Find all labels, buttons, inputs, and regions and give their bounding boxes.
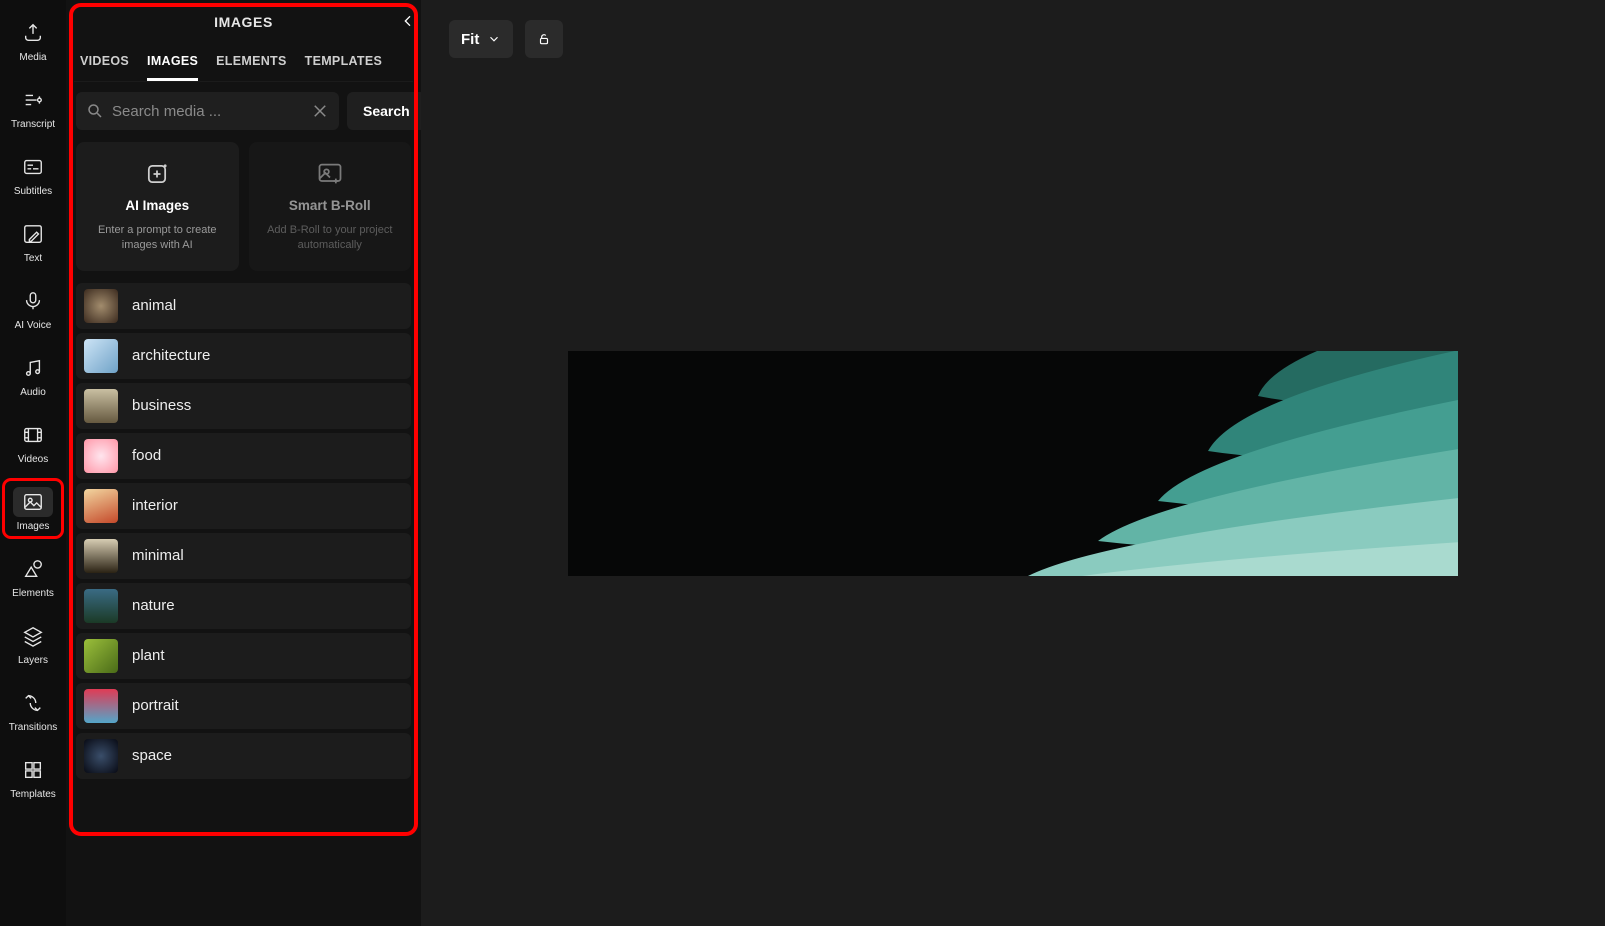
rail-item-layers[interactable]: Layers (3, 613, 63, 672)
grid-icon (22, 759, 44, 781)
rail-label: Transcript (11, 119, 55, 130)
main-canvas-area: Fit (421, 0, 1605, 926)
rail-label: Layers (18, 655, 48, 666)
thumb-icon (84, 739, 118, 773)
category-label: architecture (132, 347, 210, 364)
rail-label: Templates (10, 789, 56, 800)
ai-images-card[interactable]: AI Images Enter a prompt to create image… (76, 142, 239, 271)
tab-images[interactable]: IMAGES (147, 48, 198, 81)
layers-icon (22, 625, 44, 647)
rail-label: Subtitles (14, 186, 52, 197)
voice-icon (22, 290, 44, 312)
search-box[interactable] (76, 92, 339, 130)
fit-dropdown[interactable]: Fit (449, 20, 513, 58)
tab-templates[interactable]: TEMPLATES (305, 48, 382, 81)
card-sub: Add B-Roll to your project automatically (259, 223, 402, 253)
category-label: space (132, 747, 172, 764)
collapse-panel-button[interactable] (397, 10, 419, 32)
ai-generate-icon (143, 160, 171, 188)
thumb-icon (84, 589, 118, 623)
rail-item-templates[interactable]: Templates (3, 747, 63, 806)
thumb-icon (84, 639, 118, 673)
category-label: food (132, 447, 161, 464)
category-label: plant (132, 647, 165, 664)
rail-item-media[interactable]: Media (3, 10, 63, 69)
transcript-icon (22, 89, 44, 111)
tab-videos[interactable]: VIDEOS (80, 48, 129, 81)
category-nature[interactable]: nature (76, 583, 411, 629)
category-space[interactable]: space (76, 733, 411, 779)
chevron-down-icon (487, 32, 501, 46)
category-list: animal architecture business food interi… (76, 283, 411, 779)
thumb-icon (84, 539, 118, 573)
search-button[interactable]: Search (347, 92, 426, 130)
image-add-icon (316, 160, 344, 188)
decorative-leaves (878, 351, 1458, 576)
clear-icon[interactable] (311, 102, 329, 120)
rail-label: Videos (18, 454, 48, 465)
tab-elements[interactable]: ELEMENTS (216, 48, 286, 81)
category-animal[interactable]: animal (76, 283, 411, 329)
unlock-icon (537, 32, 551, 46)
upload-icon (22, 22, 44, 44)
rail-label: AI Voice (15, 320, 52, 331)
search-input[interactable] (112, 103, 311, 120)
category-label: business (132, 397, 191, 414)
rail-label: Elements (12, 588, 54, 599)
category-label: nature (132, 597, 175, 614)
search-icon (86, 102, 104, 120)
rail-item-transcript[interactable]: Transcript (3, 77, 63, 136)
category-architecture[interactable]: architecture (76, 333, 411, 379)
transitions-icon (22, 692, 44, 714)
category-label: portrait (132, 697, 179, 714)
card-sub: Enter a prompt to create images with AI (86, 223, 229, 253)
fit-label: Fit (461, 31, 479, 48)
rail-label: Transitions (9, 722, 58, 733)
category-business[interactable]: business (76, 383, 411, 429)
thumb-icon (84, 289, 118, 323)
category-plant[interactable]: plant (76, 633, 411, 679)
thumb-icon (84, 439, 118, 473)
rail-label: Images (17, 521, 50, 532)
rail-item-transitions[interactable]: Transitions (3, 680, 63, 739)
rail-item-audio[interactable]: Audio (3, 345, 63, 404)
card-title: AI Images (125, 198, 189, 213)
music-icon (22, 357, 44, 379)
thumb-icon (84, 339, 118, 373)
images-panel: IMAGES VIDEOS IMAGES ELEMENTS TEMPLATES … (66, 0, 421, 926)
thumb-icon (84, 489, 118, 523)
rail-item-subtitles[interactable]: Subtitles (3, 144, 63, 203)
rail-item-text[interactable]: Text (3, 211, 63, 270)
thumb-icon (84, 389, 118, 423)
category-portrait[interactable]: portrait (76, 683, 411, 729)
rail-label: Text (24, 253, 42, 264)
chevron-left-icon (400, 13, 416, 29)
category-label: interior (132, 497, 178, 514)
panel-title: IMAGES (214, 14, 273, 30)
left-rail: Media Transcript Subtitles Text AI Voice… (0, 0, 66, 926)
smart-broll-card[interactable]: Smart B-Roll Add B-Roll to your project … (249, 142, 412, 271)
thumb-icon (84, 689, 118, 723)
rail-item-videos[interactable]: Videos (3, 412, 63, 471)
category-food[interactable]: food (76, 433, 411, 479)
rail-item-images[interactable]: Images (3, 479, 63, 538)
text-edit-icon (22, 223, 44, 245)
card-title: Smart B-Roll (289, 198, 371, 213)
category-label: minimal (132, 547, 184, 564)
rail-item-elements[interactable]: Elements (3, 546, 63, 605)
category-interior[interactable]: interior (76, 483, 411, 529)
canvas-toolbar: Fit (449, 20, 563, 58)
category-minimal[interactable]: minimal (76, 533, 411, 579)
image-icon (22, 491, 44, 513)
rail-label: Audio (20, 387, 46, 398)
panel-tabs: VIDEOS IMAGES ELEMENTS TEMPLATES (74, 44, 413, 82)
video-icon (22, 424, 44, 446)
rail-item-ai-voice[interactable]: AI Voice (3, 278, 63, 337)
category-label: animal (132, 297, 176, 314)
rail-label: Media (19, 52, 46, 63)
preview-canvas[interactable] (568, 351, 1458, 576)
shapes-icon (22, 558, 44, 580)
subtitles-icon (22, 156, 44, 178)
unlock-button[interactable] (525, 20, 563, 58)
